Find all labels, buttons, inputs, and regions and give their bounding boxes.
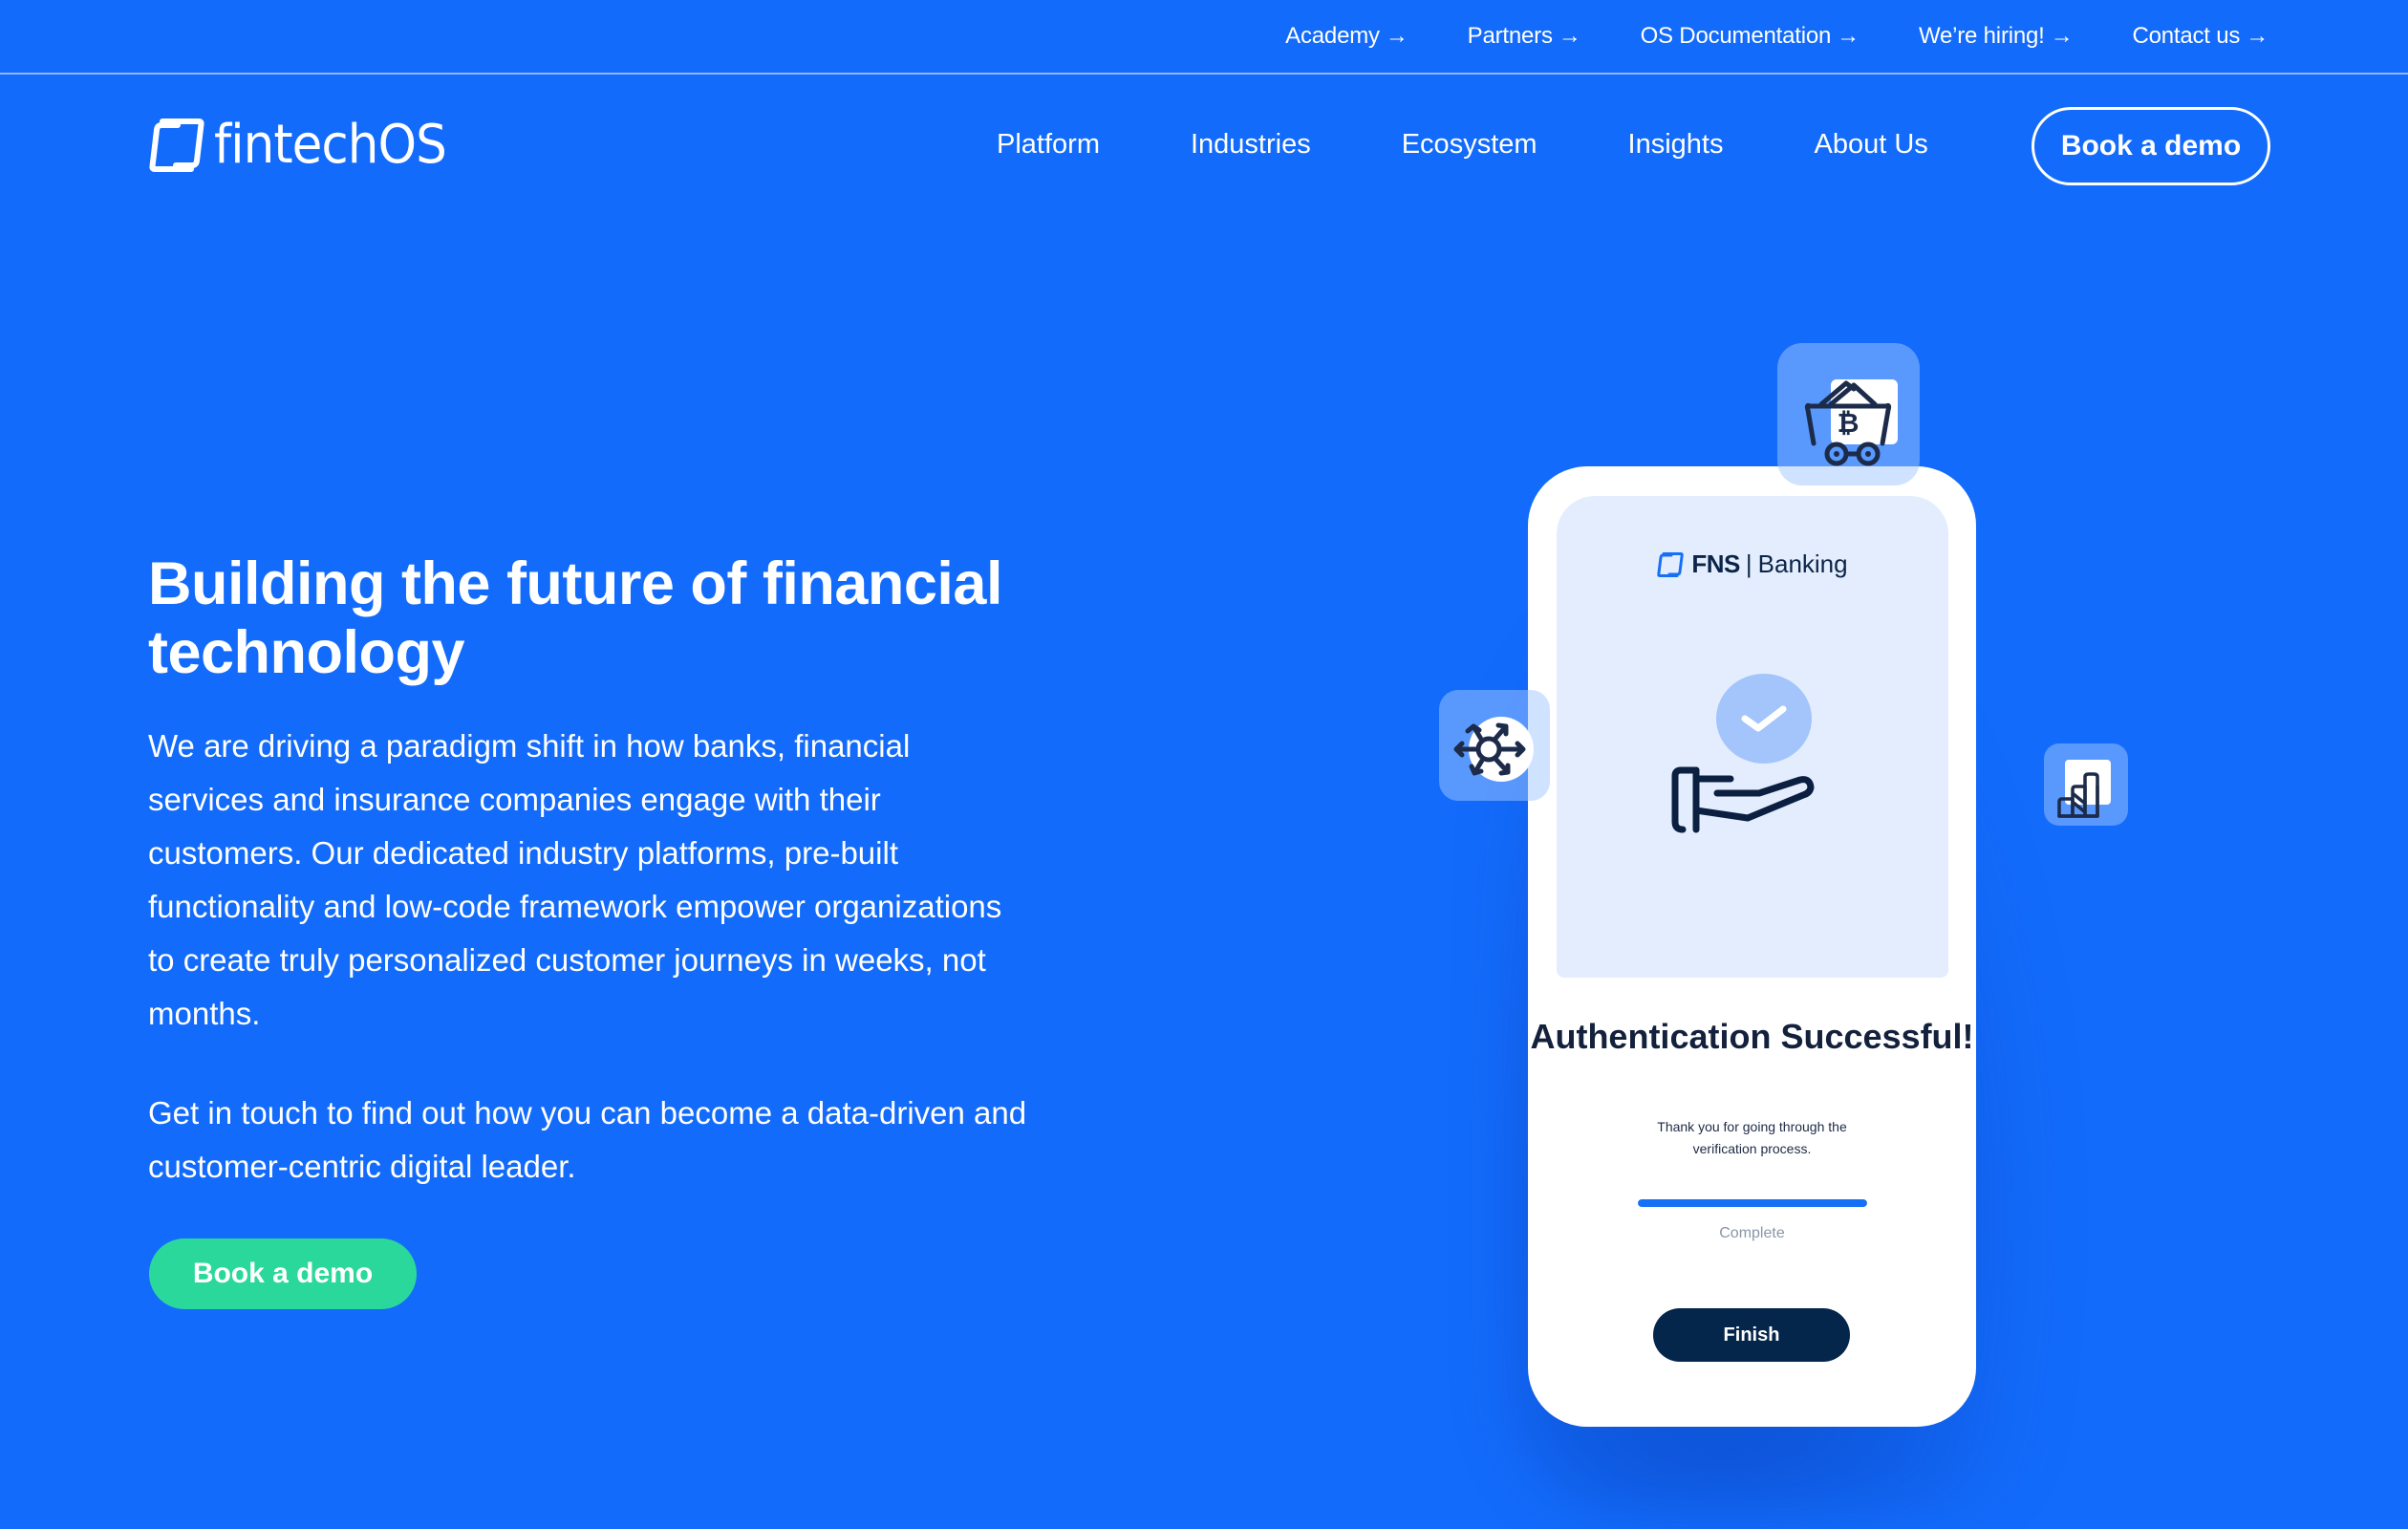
fns-banking-logo: FNS | Banking [1557, 549, 1948, 579]
nav-ecosystem[interactable]: Ecosystem [1402, 125, 1537, 163]
fns-brand: FNS [1691, 549, 1740, 578]
link-academy[interactable]: Academy → [1285, 23, 1408, 50]
logo-text: fintechOS [214, 114, 447, 176]
nav-insights[interactable]: Insights [1628, 125, 1724, 163]
link-hiring[interactable]: We’re hiring! → [1919, 23, 2074, 50]
progress-bar [1638, 1199, 1867, 1207]
link-label: We’re hiring! [1918, 23, 2045, 49]
progress-fill [1638, 1199, 1867, 1207]
logo-mark-icon [149, 118, 204, 172]
link-contact-us[interactable]: Contact us → [2132, 23, 2268, 50]
hero-call-to-action-text: Get in touch to find out how you can bec… [148, 1095, 1027, 1184]
nav-about-us[interactable]: About Us [1815, 125, 1928, 163]
phone-screen-illustration: FNS | Banking [1557, 496, 1948, 978]
bar-chart-growth-icon [2057, 760, 2111, 818]
phone-mockup: FNS | Banking Authentication Successful!… [1528, 466, 1976, 1427]
header-book-demo-button[interactable]: Book a demo [2032, 107, 2270, 185]
network-distribution-icon [1453, 717, 1534, 782]
nav-platform[interactable]: Platform [997, 125, 1100, 163]
arrow-right-icon: → [1837, 23, 1860, 49]
link-label: Contact us [2132, 23, 2241, 49]
top-utility-bar: Academy → Partners → OS Documentation → We’… [0, 0, 2408, 75]
fns-separator: | [1745, 549, 1752, 578]
fns-banking-label: Banking [1757, 549, 1848, 578]
hero-description: We are driving a paradigm shift in how b… [148, 728, 1002, 1031]
arrow-right-icon: → [1558, 23, 1581, 49]
arrow-right-icon: → [2246, 23, 2268, 49]
link-partners[interactable]: Partners → [1468, 23, 1581, 50]
network-distribution-tile [1439, 690, 1550, 801]
fns-logo-mark-icon [1657, 551, 1685, 577]
checkmark-icon [1741, 705, 1787, 732]
subtitle-text: Thank you for going through the verifica… [1657, 1119, 1847, 1156]
bar-chart-growth-tile [2044, 743, 2128, 826]
hand-receiving-icon [1671, 766, 1815, 833]
svg-text:₿: ₿ [1838, 407, 1860, 439]
arrow-right-icon: → [2050, 23, 2074, 49]
hero-title: Building the future of financial technol… [148, 550, 1002, 686]
link-label: OS Documentation [1640, 23, 1832, 49]
finish-button[interactable]: Finish [1653, 1308, 1850, 1362]
main-nav: Platform Industries Ecosystem Insights A… [997, 125, 1928, 163]
hero-book-demo-button[interactable]: Book a demo [149, 1238, 417, 1309]
arrow-right-icon: → [1385, 23, 1408, 49]
utility-links: Academy → Partners → OS Documentation → We’… [1285, 23, 2268, 50]
link-label: Academy [1285, 23, 1380, 49]
bitcoin-mining-cart-tile: ₿ [1777, 343, 1920, 485]
nav-industries[interactable]: Industries [1191, 125, 1311, 163]
check-circle-icon [1716, 674, 1812, 764]
fintechos-logo[interactable]: fintechOS [149, 117, 466, 174]
link-label: Partners [1467, 23, 1553, 49]
progress-status: Complete [1719, 1225, 1785, 1241]
link-os-documentation[interactable]: OS Documentation → [1641, 23, 1860, 50]
authentication-title: Authentication Successful! [1530, 1017, 1974, 1056]
authentication-subtitle: Thank you for going through the verifica… [1528, 1116, 1976, 1160]
bitcoin-mining-cart-icon: ₿ [1804, 379, 1898, 466]
